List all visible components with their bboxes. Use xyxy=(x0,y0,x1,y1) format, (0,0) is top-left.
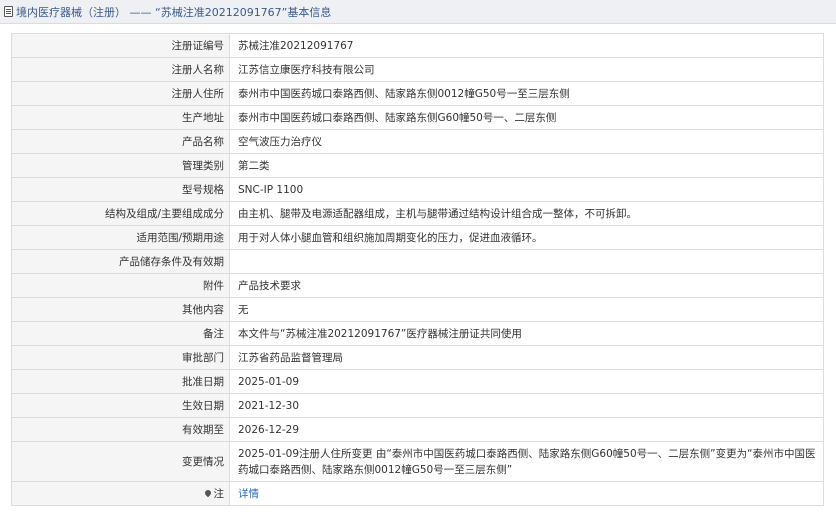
field-label: 适用范围/预期用途 xyxy=(11,225,230,250)
table-row: 批准日期 2025-01-09 xyxy=(11,369,824,394)
table-row: 生效日期 2021-12-30 xyxy=(11,393,824,418)
field-label: 批准日期 xyxy=(11,369,230,394)
field-label: 生效日期 xyxy=(11,393,230,418)
field-value: SNC-IP 1100 xyxy=(229,177,824,202)
table-row: 审批部门 江苏省药品监督管理局 xyxy=(11,345,824,370)
table-row: 生产地址 泰州市中国医药城口泰路西侧、陆家路东侧G60幢50号一、二层东侧 xyxy=(11,105,824,130)
detail-table: 注册证编号 苏械注准20212091767 注册人名称 江苏信立康医疗科技有限公司 … xyxy=(11,33,824,506)
field-value: 产品技术要求 xyxy=(229,273,824,298)
field-value: 第二类 xyxy=(229,153,824,178)
title-bar: 境内医疗器械（注册） —— “苏械注准20212091767”基本信息 xyxy=(0,0,836,24)
table-row: 注册证编号 苏械注准20212091767 xyxy=(11,33,824,58)
field-label: 产品储存条件及有效期 xyxy=(11,249,230,274)
table-row: 型号规格 SNC-IP 1100 xyxy=(11,177,824,202)
field-label: 有效期至 xyxy=(11,417,230,442)
table-row: 注 详情 xyxy=(11,481,824,506)
page-title: 境内医疗器械（注册） —— “苏械注准20212091767”基本信息 xyxy=(16,4,331,20)
field-value: 2026-12-29 xyxy=(229,417,824,442)
table-row: 变更情况 2025-01-09注册人住所变更 由“泰州市中国医药城口泰路西侧、陆家… xyxy=(11,441,824,482)
table-row: 适用范围/预期用途 用于对人体小腿血管和组织施加周期变化的压力，促进血液循环。 xyxy=(11,225,824,250)
record-title: “苏械注准20212091767”基本信息 xyxy=(155,5,332,19)
field-label: 结构及组成/主要组成成分 xyxy=(11,201,230,226)
table-row: 产品名称 空气波压力治疗仪 xyxy=(11,129,824,154)
field-value: 江苏信立康医疗科技有限公司 xyxy=(229,57,824,82)
table-row: 管理类别 第二类 xyxy=(11,153,824,178)
table-row: 注册人住所 泰州市中国医药城口泰路西侧、陆家路东侧0012幢G50号一至三层东侧 xyxy=(11,81,824,106)
field-label: 其他内容 xyxy=(11,297,230,322)
table-row: 结构及组成/主要组成成分 由主机、腿带及电源适配器组成，主机与腿带通过结构设计组合… xyxy=(11,201,824,226)
field-value: 空气波压力治疗仪 xyxy=(229,129,824,154)
field-value: 2021-12-30 xyxy=(229,393,824,418)
field-value: 无 xyxy=(229,297,824,322)
field-label: 变更情况 xyxy=(11,441,230,482)
field-label: 型号规格 xyxy=(11,177,230,202)
pin-icon xyxy=(203,488,212,498)
field-value: 泰州市中国医药城口泰路西侧、陆家路东侧G60幢50号一、二层东侧 xyxy=(229,105,824,130)
field-value: 2025-01-09注册人住所变更 由“泰州市中国医药城口泰路西侧、陆家路东侧G… xyxy=(229,441,824,482)
details-link[interactable]: 详情 xyxy=(238,488,259,500)
breadcrumb-prefix: 境内医疗器械（注册） xyxy=(16,5,126,19)
table-row: 附件 产品技术要求 xyxy=(11,273,824,298)
table-row: 注册人名称 江苏信立康医疗科技有限公司 xyxy=(11,57,824,82)
table-row: 有效期至 2026-12-29 xyxy=(11,417,824,442)
field-value: 江苏省药品监督管理局 xyxy=(229,345,824,370)
table-row: 备注 本文件与“苏械注准20212091767”医疗器械注册证共同使用 xyxy=(11,321,824,346)
note-value: 详情 xyxy=(229,481,824,506)
field-value: 苏械注准20212091767 xyxy=(229,33,824,58)
field-value: 本文件与“苏械注准20212091767”医疗器械注册证共同使用 xyxy=(229,321,824,346)
field-label: 备注 xyxy=(11,321,230,346)
field-label: 生产地址 xyxy=(11,105,230,130)
title-separator: —— xyxy=(129,5,152,19)
field-value: 由主机、腿带及电源适配器组成，主机与腿带通过结构设计组合成一整体，不可拆卸。 xyxy=(229,201,824,226)
table-row: 其他内容无 xyxy=(11,297,824,322)
field-label: 注册人住所 xyxy=(11,81,230,106)
field-label: 产品名称 xyxy=(11,129,230,154)
field-label: 附件 xyxy=(11,273,230,298)
field-value: 用于对人体小腿血管和组织施加周期变化的压力，促进血液循环。 xyxy=(229,225,824,250)
field-value: 2025-01-09 xyxy=(229,369,824,394)
field-value xyxy=(229,249,824,274)
table-row: 产品储存条件及有效期 xyxy=(11,249,824,274)
field-value: 泰州市中国医药城口泰路西侧、陆家路东侧0012幢G50号一至三层东侧 xyxy=(229,81,824,106)
document-icon xyxy=(4,6,13,17)
note-label-text: 注 xyxy=(213,488,225,500)
field-label: 注册人名称 xyxy=(11,57,230,82)
field-label: 注册证编号 xyxy=(11,33,230,58)
field-label: 审批部门 xyxy=(11,345,230,370)
field-label: 管理类别 xyxy=(11,153,230,178)
note-label: 注 xyxy=(11,481,230,506)
